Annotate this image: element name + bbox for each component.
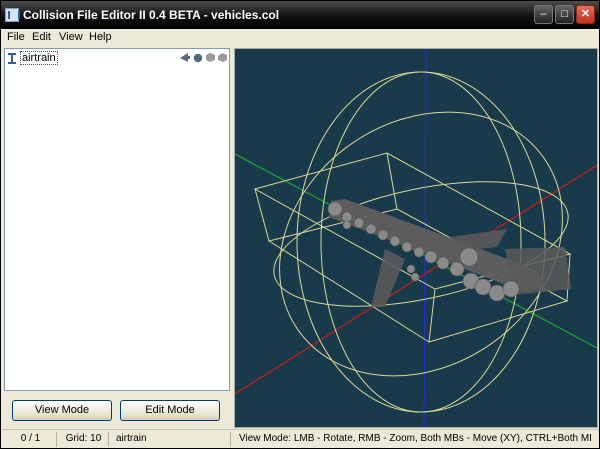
tree-item-label[interactable]: airtrain	[20, 51, 58, 65]
menu-file[interactable]: File	[7, 31, 25, 43]
maximize-button[interactable]: □	[555, 5, 574, 24]
app-icon	[5, 8, 20, 22]
view-mode-button[interactable]: View Mode	[12, 400, 112, 421]
status-bar: 0 / 1 Grid: 10 airtrain View Mode: LMB -…	[1, 429, 599, 448]
status-grid: Grid: 10	[59, 432, 109, 447]
minimize-button[interactable]: –	[534, 5, 553, 24]
status-count: 0 / 1	[5, 432, 57, 447]
editor-window: Collision File Editor II 0.4 BETA - vehi…	[0, 0, 600, 449]
tree-item-toolbar	[180, 53, 227, 63]
title-bar[interactable]: Collision File Editor II 0.4 BETA - vehi…	[1, 1, 599, 29]
status-hint: View Mode: LMB - Rotate, RMB - Zoom, Bot…	[239, 433, 591, 444]
menu-bar: File Edit View Help	[1, 29, 599, 46]
close-button[interactable]: ✕	[576, 5, 595, 24]
3d-viewport[interactable]	[234, 48, 598, 428]
mesh-icon[interactable]	[218, 53, 227, 62]
edit-mode-button[interactable]: Edit Mode	[120, 400, 220, 421]
collision-mesh	[329, 199, 571, 307]
sphere-icon[interactable]	[193, 53, 203, 63]
window-title: Collision File Editor II 0.4 BETA - vehi…	[23, 8, 280, 22]
box-icon[interactable]	[206, 53, 215, 62]
menu-edit[interactable]: Edit	[32, 31, 51, 43]
viewport-canvas	[235, 49, 597, 427]
status-model: airtrain	[113, 432, 231, 447]
tree-node-icon	[8, 53, 16, 64]
menu-view[interactable]: View	[59, 31, 83, 43]
model-tree[interactable]: airtrain	[4, 48, 230, 391]
menu-help[interactable]: Help	[89, 31, 112, 43]
prev-icon[interactable]	[180, 53, 190, 62]
